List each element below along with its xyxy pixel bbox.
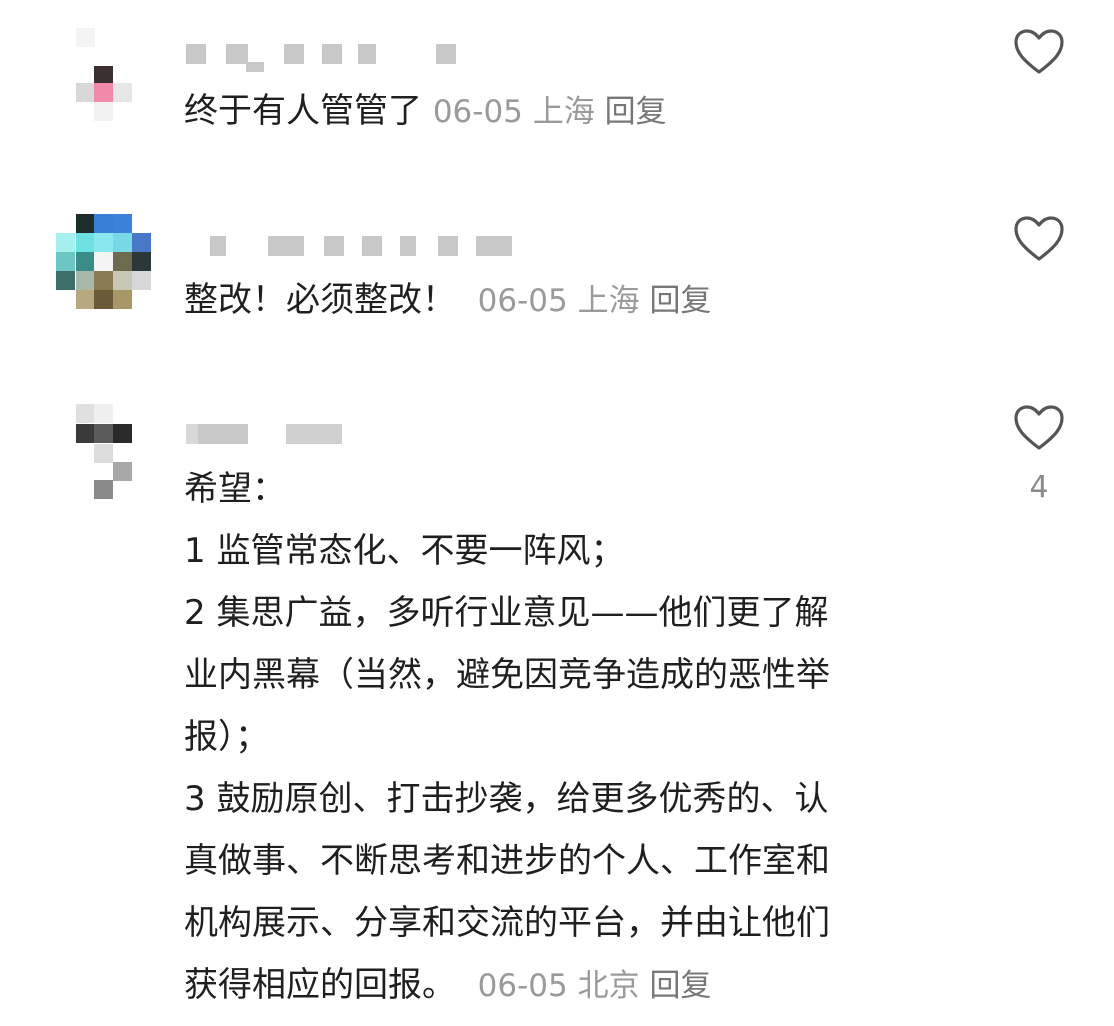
like-button[interactable]: 4 <box>1012 404 1066 505</box>
comment-date: 06-05 <box>432 94 523 130</box>
reply-button[interactable]: 回复 <box>649 968 711 1004</box>
heart-outline-icon <box>1014 216 1064 261</box>
comment-date: 06-05 <box>477 968 568 1004</box>
comment-location: 上海 <box>577 283 640 319</box>
comment-text-block: 整改！必须整改！ 06-05 上海 回复 <box>184 269 954 332</box>
comment-text: 整改！必须整改！ <box>184 280 456 320</box>
avatar[interactable] <box>56 404 152 500</box>
comment-text: 希望： 1 监管常态化、不要一阵风； 2 集思广益，多听行业意见——他们更了解 … <box>184 469 830 1005</box>
avatar[interactable] <box>56 28 152 124</box>
comment-text-block: 终于有人管管了 06-05 上海 回复 <box>184 80 954 143</box>
comment-location: 上海 <box>532 94 595 130</box>
heart-outline-icon <box>1014 405 1064 450</box>
username-blurred[interactable] <box>186 424 386 450</box>
comment-text-block: 希望： 1 监管常态化、不要一阵风； 2 集思广益，多听行业意见——他们更了解 … <box>184 458 954 1017</box>
comment-date: 06-05 <box>477 283 568 319</box>
reply-button[interactable]: 回复 <box>649 283 711 319</box>
like-button[interactable] <box>1012 215 1066 263</box>
avatar[interactable] <box>56 214 152 310</box>
username-blurred[interactable] <box>186 44 486 72</box>
comment-text: 终于有人管管了 <box>184 91 422 131</box>
username-blurred[interactable] <box>186 236 526 262</box>
like-button[interactable] <box>1012 28 1066 76</box>
reply-button[interactable]: 回复 <box>605 94 667 130</box>
like-count: 4 <box>1029 470 1049 505</box>
heart-outline-icon <box>1014 29 1064 74</box>
comment-location: 北京 <box>577 968 640 1004</box>
